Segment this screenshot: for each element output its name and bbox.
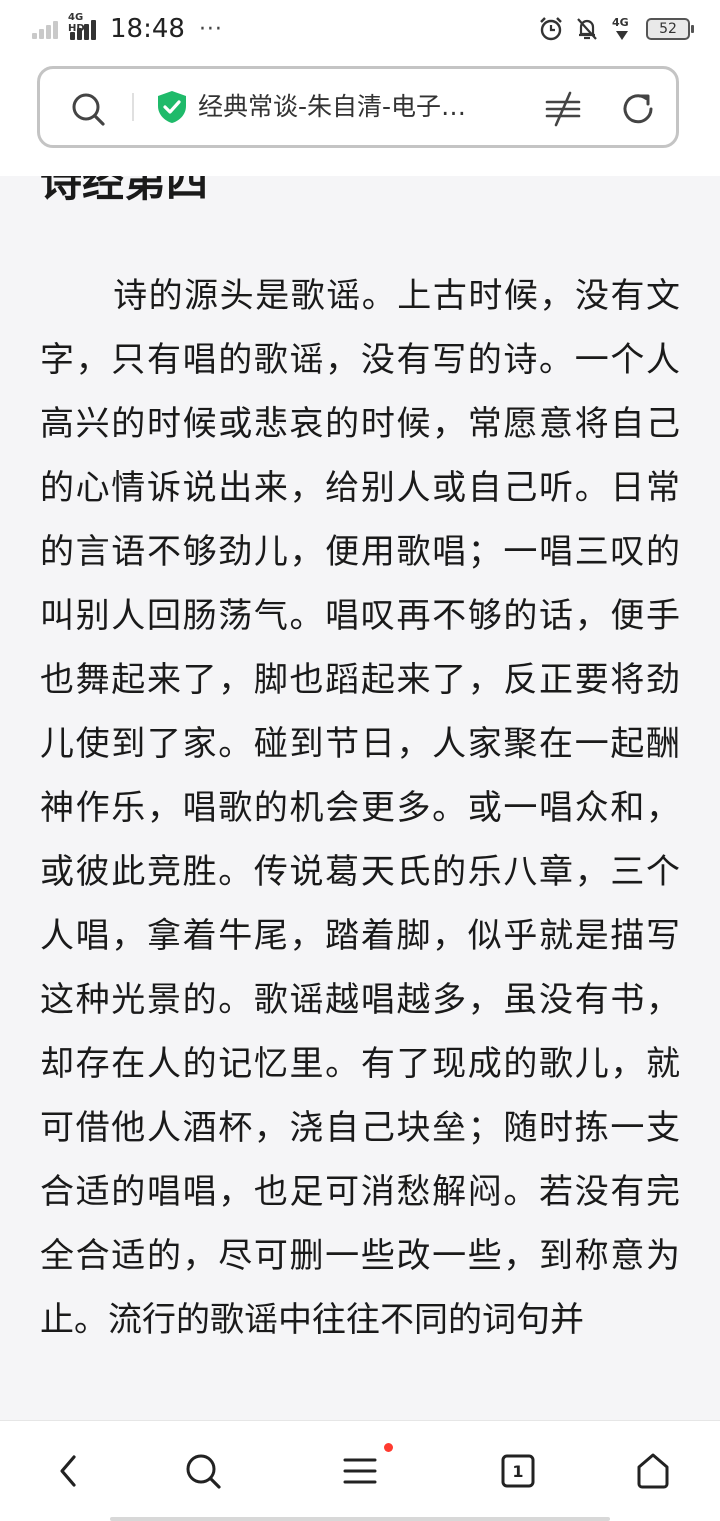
- signal-4g-icon: 4G HD: [68, 12, 102, 42]
- menu-button[interactable]: [330, 1443, 393, 1493]
- search-icon: [186, 1454, 221, 1489]
- shield-check-icon[interactable]: [155, 89, 189, 125]
- reader-mode-icon[interactable]: [543, 89, 583, 129]
- menu-badge: [384, 1443, 393, 1452]
- tab-count: 1: [512, 1462, 523, 1481]
- bottom-navigation: 1: [0, 1420, 720, 1521]
- battery-indicator: 52: [646, 18, 694, 40]
- signal-sim1-icon: [30, 17, 64, 41]
- page-title[interactable]: 经典常谈-朱自清-电子…: [198, 89, 528, 125]
- reload-icon[interactable]: [618, 89, 658, 129]
- gesture-bar[interactable]: [110, 1517, 610, 1521]
- status-right: 4G 52: [538, 14, 694, 44]
- tabs-button[interactable]: 1: [488, 1449, 548, 1493]
- search-button[interactable]: [173, 1449, 233, 1493]
- divider: [132, 93, 134, 121]
- mute-bell-icon: [577, 18, 597, 40]
- alarm-icon: [540, 17, 562, 41]
- chapter-title: 诗经第四: [40, 176, 209, 206]
- more-notifications-icon: ···: [198, 16, 223, 42]
- status-bar: 4G HD 18:48 ··· 4G 52: [0, 0, 720, 58]
- article-content[interactable]: 诗经第四 诗的源头是歌谣。上古时候，没有文字，只有唱的歌谣，没有写的诗。一个人高…: [0, 176, 720, 1420]
- back-button[interactable]: [39, 1449, 99, 1493]
- article-paragraph: 诗的源头是歌谣。上古时候，没有文字，只有唱的歌谣，没有写的诗。一个人高兴的时候或…: [40, 276, 680, 1340]
- mobile-data-icon: 4G: [610, 16, 636, 42]
- clock: 18:48: [110, 14, 185, 44]
- menu-icon: [343, 1458, 377, 1484]
- back-icon: [60, 1455, 76, 1487]
- home-button[interactable]: [623, 1449, 683, 1493]
- browser-toolbar: 经典常谈-朱自清-电子…: [0, 58, 720, 176]
- search-icon[interactable]: [70, 91, 106, 127]
- status-left: 4G HD 18:48 ···: [30, 12, 223, 44]
- tabs-icon: 1: [501, 1454, 535, 1488]
- battery-level: 52: [659, 21, 677, 37]
- address-bar[interactable]: 经典常谈-朱自清-电子…: [37, 66, 679, 148]
- home-icon: [637, 1453, 669, 1489]
- network2-label: 4G: [612, 16, 629, 29]
